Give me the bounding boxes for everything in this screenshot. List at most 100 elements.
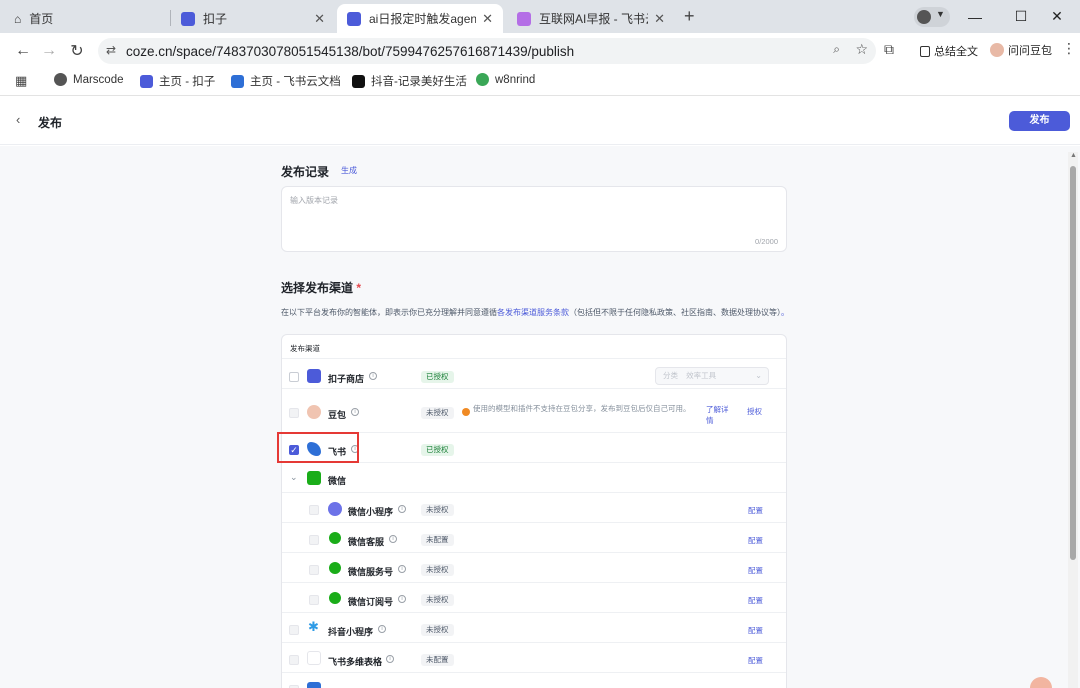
summary-button[interactable]: 总结全文	[920, 43, 978, 59]
configure-link[interactable]: 配置	[748, 655, 763, 666]
tab-home[interactable]: ⌂ 首页	[4, 4, 170, 33]
watermelon-icon	[476, 73, 489, 86]
tab-label: 首页	[29, 12, 54, 26]
status-badge: 未授权	[421, 407, 454, 419]
generate-link[interactable]: 生成	[341, 165, 357, 176]
forward-button[interactable]: →	[38, 40, 60, 62]
channel-checkbox[interactable]	[309, 595, 319, 605]
floating-assistant-icon[interactable]	[1030, 677, 1052, 688]
extensions-icon[interactable]: ⧉	[884, 41, 894, 58]
tab-label: 互联网AI早报 - 飞书云文	[539, 12, 648, 26]
scrollbar-thumb[interactable]	[1070, 166, 1076, 560]
configure-link[interactable]: 配置	[748, 505, 763, 516]
page-title: 发布	[38, 116, 63, 130]
info-icon[interactable]: i	[398, 595, 406, 603]
more-menu-icon[interactable]: ⋮	[1062, 40, 1076, 57]
channel-name: 抖音小程序	[328, 627, 374, 637]
info-icon[interactable]: i	[398, 565, 406, 573]
back-button[interactable]: ←	[12, 40, 34, 62]
info-icon[interactable]: i	[398, 505, 406, 513]
coze-icon	[347, 11, 361, 26]
channel-checkbox[interactable]	[289, 408, 299, 418]
version-record-textarea[interactable]: 输入版本记录 0/2000	[281, 186, 787, 252]
document-icon	[920, 45, 930, 57]
doubao-warning: 使用的模型和插件不支持在豆包分享，发布到豆包后仅自己可用。	[473, 404, 691, 413]
info-icon[interactable]: i	[389, 535, 397, 543]
configure-link[interactable]: 配置	[748, 625, 763, 636]
summary-label: 总结全文	[934, 46, 978, 58]
tab-feishu-doc[interactable]: 互联网AI早报 - 飞书云文 ✕	[507, 4, 675, 33]
url-field[interactable]: ⇄ coze.cn/space/7483703078051545138/bot/…	[98, 38, 876, 64]
category-select[interactable]: 分类 效率工具 ⌄	[655, 367, 769, 385]
channel-checkbox[interactable]	[289, 655, 299, 665]
bookmark-marscode[interactable]: Marscode	[54, 73, 124, 86]
info-icon[interactable]: i	[351, 408, 359, 416]
status-badge: 已授权	[421, 444, 454, 456]
char-counter: 0/2000	[755, 237, 778, 246]
feishu-icon	[231, 74, 244, 88]
channel-title: 选择发布渠道 *	[281, 279, 361, 296]
wechat-icon	[307, 471, 321, 485]
assistant-label: 问问豆包	[1008, 45, 1052, 57]
channel-checkbox[interactable]	[309, 505, 319, 515]
publish-content: 发布记录 生成 输入版本记录 0/2000 选择发布渠道 * 在以下平台发布你的…	[0, 146, 1080, 688]
scroll-up-icon[interactable]: ▲	[1070, 152, 1077, 159]
notice-suffix: （包括但不限于任何隐私政策、社区指南、数据处理协议等）	[569, 308, 781, 317]
tab-active-agent[interactable]: ai日报定时触发agent - ✕	[337, 4, 503, 33]
close-icon[interactable]: ✕	[482, 11, 493, 27]
chevron-down-icon[interactable]: ⌄	[290, 472, 298, 483]
channel-checkbox[interactable]	[289, 625, 299, 635]
channel-checkbox[interactable]	[289, 372, 299, 382]
status-badge: 未授权	[421, 594, 454, 606]
coze-icon	[181, 11, 195, 26]
channel-table: 发布渠道 扣子商店 i 已授权 分类 效率工具 ⌄ 豆包 i 未授权 使用的模型…	[281, 334, 787, 688]
snowflake-icon: ✱	[308, 619, 319, 634]
minimize-button[interactable]: —	[952, 0, 998, 33]
bookmark-w8nrind[interactable]: w8nrind	[476, 73, 535, 86]
channel-name: 扣子商店	[328, 374, 365, 384]
miniprogram-icon	[328, 502, 342, 516]
channel-row-coze-store: 扣子商店 i 已授权 分类 效率工具 ⌄	[282, 359, 786, 389]
wechat-icon	[329, 592, 341, 604]
learn-more-link[interactable]: 了解详情	[706, 404, 734, 426]
zoom-icon[interactable]: ⌕	[833, 42, 840, 57]
configure-link[interactable]: 配置	[748, 535, 763, 546]
channel-notice: 在以下平台发布你的智能体，即表示你已充分理解并同意遵循各发布渠道服务条款（包括但…	[281, 306, 789, 320]
profile-menu[interactable]: ▼	[914, 7, 950, 27]
authorize-link[interactable]: 授权	[747, 406, 762, 417]
channel-name: 飞书多维表格	[328, 657, 383, 667]
new-tab-icon[interactable]: +	[684, 6, 695, 27]
bookmark-coze[interactable]: 主页 - 扣子	[140, 73, 215, 89]
channel-name: 微信客服	[348, 537, 385, 547]
configure-link[interactable]: 配置	[748, 595, 763, 606]
doubao-assistant-button[interactable]: 问问豆包	[990, 42, 1052, 58]
channel-checkbox[interactable]	[309, 565, 319, 575]
back-arrow-icon[interactable]: ‹	[16, 112, 20, 127]
channel-group-wechat[interactable]: ⌄ 微信	[282, 463, 786, 493]
tab-label: ai日报定时触发agent -	[369, 12, 477, 26]
info-icon[interactable]: i	[378, 625, 386, 633]
status-badge: 未配置	[421, 534, 454, 546]
configure-link[interactable]: 配置	[748, 565, 763, 576]
star-icon[interactable]: ☆	[855, 41, 868, 58]
close-icon[interactable]: ✕	[314, 11, 325, 27]
notice-end: 。	[781, 308, 789, 317]
close-icon[interactable]: ✕	[654, 11, 665, 27]
scrollbar-track[interactable]: ▲	[1068, 152, 1078, 688]
info-icon[interactable]: i	[369, 372, 377, 380]
category-value: 效率工具	[686, 371, 717, 380]
site-settings-icon[interactable]: ⇄	[106, 43, 116, 57]
info-icon[interactable]: i	[386, 655, 394, 663]
bookmark-douyin[interactable]: 抖音-记录美好生活	[352, 73, 467, 89]
publish-button[interactable]: 发布	[1009, 111, 1070, 131]
coze-icon	[140, 74, 153, 88]
apps-grid-icon[interactable]: ▦	[15, 73, 27, 89]
channel-row-doubao: 豆包 i 未授权 使用的模型和插件不支持在豆包分享，发布到豆包后仅自己可用。 了…	[282, 391, 786, 433]
bookmark-feishu-docs[interactable]: 主页 - 飞书云文档	[231, 73, 341, 89]
channel-row-feishu-bitable: 飞书多维表格 i 未配置 配置	[282, 643, 786, 673]
channel-checkbox[interactable]	[309, 535, 319, 545]
close-window-button[interactable]: ✕	[1034, 0, 1080, 33]
tab-kouzi[interactable]: 扣子 ✕	[171, 4, 335, 33]
terms-link[interactable]: 各发布渠道服务条款	[497, 308, 569, 317]
reload-button[interactable]: ↻	[66, 40, 88, 62]
